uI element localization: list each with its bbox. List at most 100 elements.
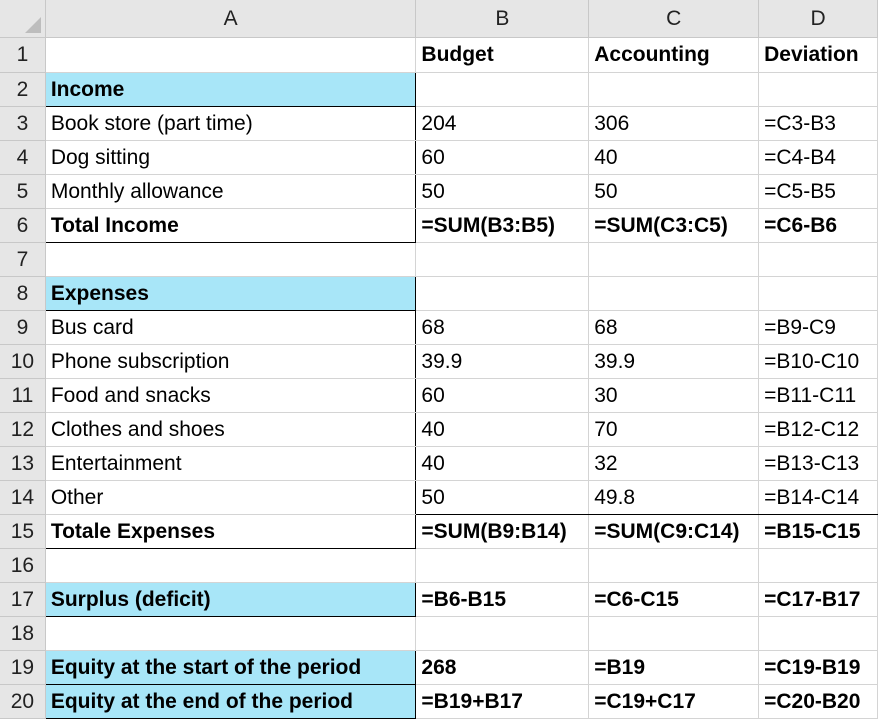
cell-c10[interactable]: 39.9 (588, 344, 760, 379)
row-header[interactable]: 5 (0, 174, 46, 209)
cell-a17[interactable]: Surplus (deficit) (44, 582, 417, 617)
cell-b4[interactable]: 60 (415, 140, 590, 175)
row-header[interactable]: 8 (0, 276, 46, 311)
cell-a18[interactable] (45, 616, 417, 651)
cell-b7[interactable] (415, 242, 590, 277)
cell-d8[interactable] (758, 276, 878, 311)
cell-a19[interactable]: Equity at the start of the period (44, 650, 417, 685)
cell-b16[interactable] (415, 548, 590, 583)
row-header[interactable]: 12 (0, 412, 46, 447)
cell-d14[interactable]: =B14-C14 (758, 480, 878, 515)
cell-c7[interactable] (588, 242, 760, 277)
cell-c6[interactable]: =SUM(C3:C5) (588, 208, 760, 243)
row-header[interactable]: 9 (0, 310, 46, 345)
row-header[interactable]: 13 (0, 446, 46, 481)
cell-d4[interactable]: =C4-B4 (758, 140, 878, 175)
cell-a10[interactable]: Phone subscription (45, 344, 417, 379)
row-header[interactable]: 6 (0, 208, 46, 243)
row-header[interactable]: 19 (0, 650, 46, 685)
cell-c4[interactable]: 40 (588, 140, 760, 175)
cell-c9[interactable]: 68 (588, 310, 760, 345)
cell-c17[interactable]: =C6-C15 (588, 582, 760, 617)
cell-b17[interactable]: =B6-B15 (415, 582, 590, 617)
row-header[interactable]: 17 (0, 582, 46, 617)
cell-b11[interactable]: 60 (415, 378, 590, 413)
cell-c20[interactable]: =C19+C17 (588, 684, 760, 719)
cell-c13[interactable]: 32 (588, 446, 760, 481)
cell-d16[interactable] (758, 548, 878, 583)
column-header-d[interactable]: D (758, 0, 878, 38)
cell-d9[interactable]: =B9-C9 (758, 310, 878, 345)
cell-c3[interactable]: 306 (588, 106, 760, 141)
cell-d2[interactable] (758, 72, 878, 107)
cell-c12[interactable]: 70 (588, 412, 760, 447)
cell-a5[interactable]: Monthly allowance (45, 174, 417, 209)
cell-a4[interactable]: Dog sitting (45, 140, 417, 175)
cell-b12[interactable]: 40 (415, 412, 590, 447)
row-header[interactable]: 4 (0, 140, 46, 175)
cell-d18[interactable] (758, 616, 878, 651)
cell-d3[interactable]: =C3-B3 (758, 106, 878, 141)
column-header-a[interactable]: A (45, 0, 417, 38)
row-header[interactable]: 14 (0, 480, 46, 515)
row-header[interactable]: 1 (0, 37, 46, 73)
cell-b2[interactable] (415, 72, 590, 107)
cell-a8[interactable]: Expenses (44, 276, 417, 311)
row-header[interactable]: 7 (0, 242, 46, 277)
cell-d17[interactable]: =C17-B17 (758, 582, 878, 617)
cell-c2[interactable] (588, 72, 760, 107)
cell-a9[interactable]: Bus card (45, 310, 417, 345)
cell-a20[interactable]: Equity at the end of the period (44, 684, 417, 719)
cell-b15[interactable]: =SUM(B9:B14) (415, 514, 590, 549)
cell-b3[interactable]: 204 (415, 106, 590, 141)
cell-a11[interactable]: Food and snacks (45, 378, 417, 413)
row-header[interactable]: 11 (0, 378, 46, 413)
column-header-b[interactable]: B (415, 0, 590, 38)
cell-d1[interactable]: Deviation (758, 37, 878, 73)
cell-a12[interactable]: Clothes and shoes (45, 412, 417, 447)
cell-b18[interactable] (415, 616, 590, 651)
cell-d6[interactable]: =C6-B6 (758, 208, 878, 243)
cell-b19[interactable]: 268 (415, 650, 590, 685)
cell-b20[interactable]: =B19+B17 (415, 684, 590, 719)
cell-d15[interactable]: =B15-C15 (758, 514, 878, 549)
row-header[interactable]: 18 (0, 616, 46, 651)
cell-d7[interactable] (758, 242, 878, 277)
cell-a13[interactable]: Entertainment (45, 446, 417, 481)
cell-d11[interactable]: =B11-C11 (758, 378, 878, 413)
row-header[interactable]: 16 (0, 548, 46, 583)
cell-b1[interactable]: Budget (415, 37, 590, 73)
cell-b9[interactable]: 68 (415, 310, 590, 345)
cell-a6[interactable]: Total Income (44, 208, 417, 243)
cell-b8[interactable] (415, 276, 590, 311)
row-header[interactable]: 10 (0, 344, 46, 379)
cell-a2[interactable]: Income (44, 72, 417, 107)
cell-c1[interactable]: Accounting (588, 37, 760, 73)
cell-c18[interactable] (588, 616, 760, 651)
cell-c15[interactable]: =SUM(C9:C14) (588, 514, 760, 549)
cell-c5[interactable]: 50 (588, 174, 760, 209)
cell-d5[interactable]: =C5-B5 (758, 174, 878, 209)
cell-b14[interactable]: 50 (415, 480, 590, 515)
cell-c14[interactable]: 49.8 (588, 480, 760, 515)
cell-b13[interactable]: 40 (415, 446, 590, 481)
cell-b6[interactable]: =SUM(B3:B5) (415, 208, 590, 243)
cell-b10[interactable]: 39.9 (415, 344, 590, 379)
cell-d12[interactable]: =B12-C12 (758, 412, 878, 447)
row-header[interactable]: 3 (0, 106, 46, 141)
cell-d10[interactable]: =B10-C10 (758, 344, 878, 379)
cell-c8[interactable] (588, 276, 760, 311)
cell-d13[interactable]: =B13-C13 (758, 446, 878, 481)
cell-a7[interactable] (45, 242, 417, 277)
cell-a15[interactable]: Totale Expenses (44, 514, 417, 549)
row-header[interactable]: 20 (0, 684, 46, 719)
cell-c16[interactable] (588, 548, 760, 583)
cell-c19[interactable]: =B19 (588, 650, 760, 685)
cell-d20[interactable]: =C20-B20 (758, 684, 878, 719)
cell-a3[interactable]: Book store (part time) (45, 106, 417, 141)
cell-a14[interactable]: Other (45, 480, 417, 515)
row-header[interactable]: 15 (0, 514, 46, 549)
row-header[interactable]: 2 (0, 72, 46, 107)
column-header-c[interactable]: C (588, 0, 760, 38)
cell-d19[interactable]: =C19-B19 (758, 650, 878, 685)
